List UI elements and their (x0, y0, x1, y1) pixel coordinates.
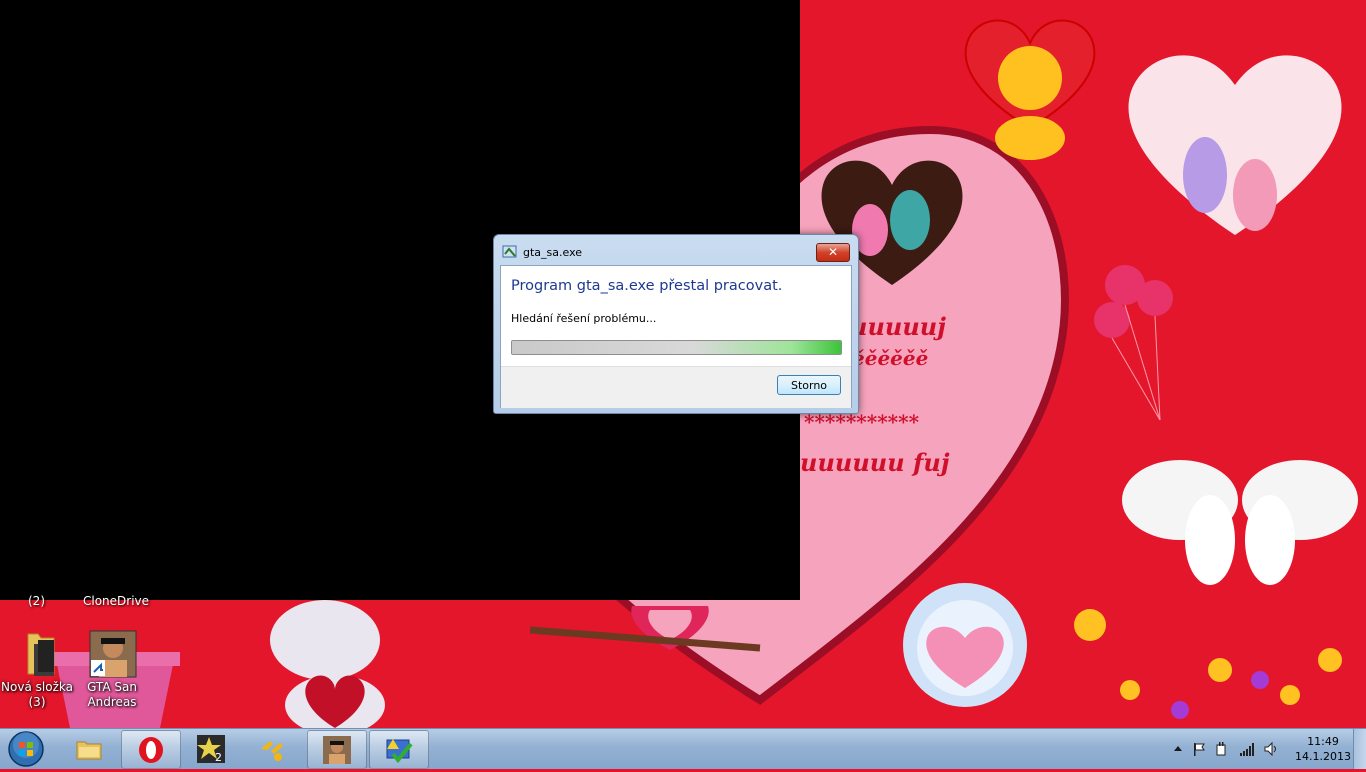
error-dialog: gta_sa.exe ✕ Program gta_sa.exe přestal … (493, 234, 859, 414)
taskbar-explorer-button[interactable] (60, 730, 118, 767)
clock-date: 14.1.2013 (1295, 750, 1351, 763)
desktop-icon-label-clipped: (2) (28, 594, 45, 608)
desktop-icon-gta-san-andreas[interactable]: GTA San Andreas (72, 630, 152, 710)
doves-decoration (1122, 460, 1358, 585)
check-icon (386, 739, 413, 764)
show-hidden-icon[interactable] (1170, 741, 1186, 757)
dialog-content: Program gta_sa.exe přestal pracovat. Hle… (500, 265, 852, 408)
taskbar-gamepad-button[interactable] (243, 730, 301, 767)
network-signal-icon[interactable] (1239, 741, 1255, 757)
lion-heart-decoration (964, 19, 1096, 160)
wallpaper-text: uuuuuu fuj (800, 448, 950, 477)
dialog-title: gta_sa.exe (523, 246, 583, 259)
dialog-message: Hledání řešení problému... (511, 312, 657, 325)
desktop-icon-label: Nová složka (3) (1, 680, 73, 709)
bunny-decoration (270, 600, 385, 728)
balloons-decoration (1094, 265, 1173, 421)
flowers-decoration (1074, 609, 1342, 719)
taskbar-opera-button[interactable] (121, 730, 181, 769)
folder-icon (76, 741, 102, 760)
progress-bar (511, 340, 842, 355)
taskbar-star2-button[interactable]: 2 (182, 730, 240, 767)
desktop-icon-nova-slozka[interactable]: Nová složka (3) (0, 630, 77, 710)
star-2-icon: 2 (197, 735, 225, 763)
volume-icon[interactable] (1263, 741, 1279, 757)
dialog-heading: Program gta_sa.exe přestal pracovat. (511, 278, 783, 294)
helmet-heart-decoration (903, 583, 1027, 707)
clock-time: 11:49 (1307, 735, 1339, 748)
taskbar-checker-button[interactable] (369, 730, 429, 769)
gamepad-icon (261, 741, 283, 761)
folder-icon (14, 630, 60, 676)
taskbar-gta-button[interactable] (307, 730, 367, 769)
power-icon[interactable] (1213, 741, 1229, 757)
white-heart-decoration (1128, 55, 1342, 235)
desktop-icon-label-clipped: CloneDrive (83, 594, 150, 608)
taskbar: 2 11:49 14.1.2013 (0, 728, 1366, 769)
start-button[interactable] (2, 729, 50, 769)
close-icon: ✕ (827, 245, 839, 259)
app-icon (502, 245, 517, 258)
gta-icon (323, 736, 351, 764)
progress-fill (512, 341, 841, 354)
wallpaper-text: ěěěěěě (852, 346, 929, 370)
desktop-icon-label: GTA San Andreas (87, 680, 137, 709)
system-tray (1165, 729, 1295, 769)
action-center-flag-icon[interactable] (1191, 741, 1207, 757)
cancel-button[interactable]: Storno (777, 375, 841, 395)
show-desktop-button[interactable] (1353, 729, 1366, 769)
wallpaper-text: uuuuuj (850, 312, 946, 341)
branch-heart-decoration (530, 606, 761, 652)
close-button[interactable]: ✕ (816, 243, 850, 262)
taskbar-clock[interactable]: 11:49 14.1.2013 (1290, 734, 1356, 764)
dialog-footer: Storno (501, 366, 851, 408)
windows-orb-icon (8, 731, 44, 767)
gta-shortcut-icon (89, 630, 137, 678)
opera-icon (139, 737, 163, 763)
svg-text:2: 2 (215, 751, 222, 763)
dialog-titlebar[interactable]: gta_sa.exe ✕ (494, 235, 858, 265)
